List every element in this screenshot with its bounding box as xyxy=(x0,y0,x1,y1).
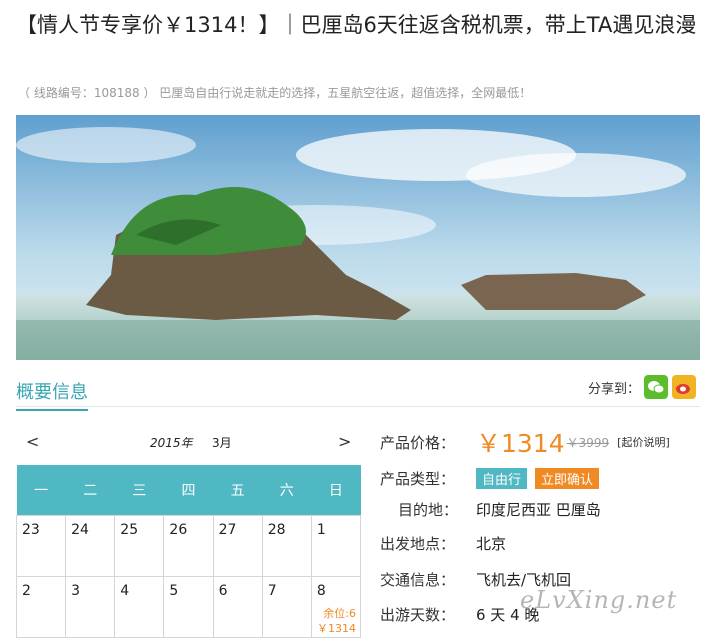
calendar-nav: < 2015年 3月 > xyxy=(16,428,360,456)
availability-info: 余位:6 ￥1314 xyxy=(317,606,356,636)
price-row: 产品价格： ￥1314 ￥3999 [起价说明] xyxy=(380,424,670,460)
calendar-day[interactable]: 6 xyxy=(212,575,263,638)
day-price: ￥1314 xyxy=(317,621,356,635)
calendar-day[interactable]: 4 xyxy=(114,575,165,638)
share-label: 分享到： xyxy=(588,381,641,397)
calendar-day[interactable]: 7 xyxy=(261,575,312,638)
prev-month-button[interactable]: < xyxy=(26,432,39,451)
calendar-day[interactable]: 23 xyxy=(15,514,67,577)
destination-value: 印度尼西亚 巴厘岛 xyxy=(476,501,601,519)
calendar-day-available[interactable]: 8 余位:6 ￥1314 xyxy=(310,575,362,638)
departure-calendar: 一 二 三 四 五 六 日 23 24 25 26 27 28 1 2 3 4 … xyxy=(15,465,362,638)
next-month-button[interactable]: > xyxy=(338,432,351,451)
weekday-fri: 五 xyxy=(213,465,263,515)
destination-label: 目的地： xyxy=(397,501,458,519)
type-row: 产品类型： 自由行 立即确认 xyxy=(380,468,607,489)
tag-instant-confirm: 立即确认 xyxy=(535,468,600,489)
destination-row: 目的地： 印度尼西亚 巴厘岛 xyxy=(380,499,601,520)
tag-independent-travel: 自由行 xyxy=(476,468,528,489)
page-title: 【情人节专享价￥1314！】｜巴厘岛6天往返含税机票，带上TA遇见浪漫 xyxy=(16,13,697,37)
departure-row: 出发地点： 北京 xyxy=(380,533,506,554)
weekday-header-row: 一 二 三 四 五 六 日 xyxy=(16,465,361,515)
departure-label: 出发地点： xyxy=(380,535,456,553)
weekday-sun: 日 xyxy=(311,465,361,515)
banner-photo xyxy=(16,115,700,360)
weekday-tue: 二 xyxy=(65,465,115,515)
section-divider xyxy=(16,406,700,407)
calendar-week-row: 2 3 4 5 6 7 8 余位:6 ￥1314 xyxy=(15,575,362,638)
share-bar: 分享到： xyxy=(588,375,697,399)
type-label: 产品类型： xyxy=(380,470,456,488)
weekday-sat: 六 xyxy=(262,465,312,515)
transport-label: 交通信息： xyxy=(380,571,456,589)
departure-value: 北京 xyxy=(476,535,507,553)
wechat-icon[interactable] xyxy=(644,375,669,399)
route-subtitle: （ 线路编号：108188 ） 巴厘岛自由行说走就走的选择，五星航空往返，超值选… xyxy=(18,86,532,100)
calendar-day[interactable]: 25 xyxy=(114,514,165,577)
calendar-month: 3月 xyxy=(212,436,232,450)
site-watermark: eLvXing.net xyxy=(520,586,678,614)
calendar-day[interactable]: 3 xyxy=(65,575,116,638)
price-note-link[interactable]: [起价说明] xyxy=(617,434,670,450)
day-number: 8 xyxy=(316,582,326,599)
weekday-wed: 三 xyxy=(114,465,164,515)
duration-row: 出游天数： 6 天 4 晚 xyxy=(380,604,539,625)
original-price: ￥3999 xyxy=(566,435,610,450)
calendar-day[interactable]: 26 xyxy=(163,514,214,577)
weibo-icon[interactable] xyxy=(672,375,697,399)
calendar-day[interactable]: 2 xyxy=(15,575,67,638)
current-price: ￥1314 xyxy=(476,429,565,458)
calendar-day[interactable]: 27 xyxy=(212,514,263,577)
calendar-day[interactable]: 5 xyxy=(163,575,214,638)
calendar-day[interactable]: 24 xyxy=(65,514,116,577)
weekday-mon: 一 xyxy=(16,465,66,515)
calendar-week-row: 23 24 25 26 27 28 1 xyxy=(15,514,362,577)
calendar-day[interactable]: 1 xyxy=(310,514,362,577)
calendar-day[interactable]: 28 xyxy=(261,514,312,577)
seats-left: 余位:6 xyxy=(323,606,356,620)
duration-label: 出游天数： xyxy=(380,606,456,624)
calendar-year: 2015年 xyxy=(150,436,193,450)
price-label: 产品价格： xyxy=(380,433,456,452)
banner-image xyxy=(16,115,700,360)
weekday-thu: 四 xyxy=(163,465,214,515)
